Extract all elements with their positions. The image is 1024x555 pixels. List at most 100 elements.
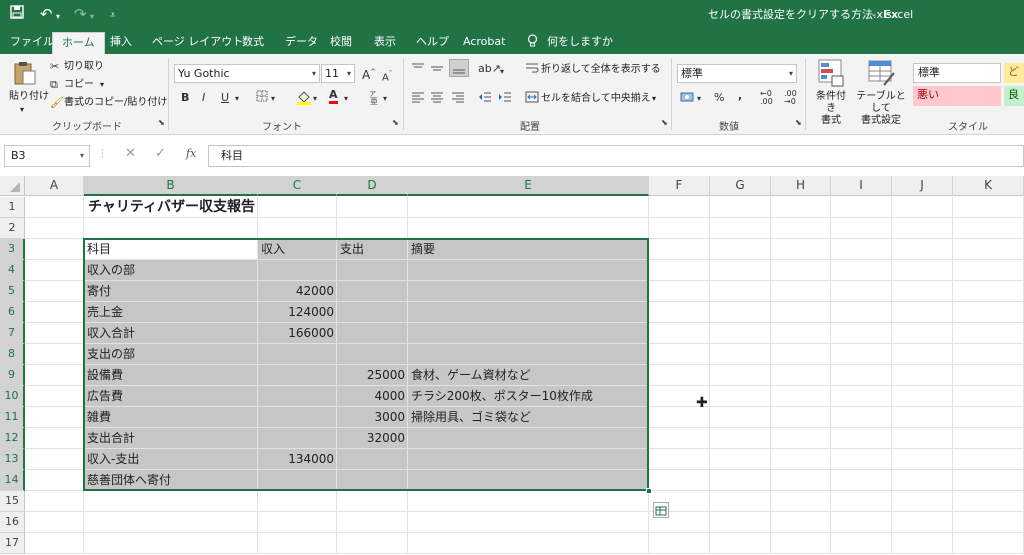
table-cell[interactable]: 166000 bbox=[258, 323, 334, 344]
redo-dropdown-icon[interactable]: ▾ bbox=[90, 8, 94, 26]
borders-dropdown-icon[interactable]: ▾ bbox=[271, 92, 275, 106]
table-cell[interactable]: 42000 bbox=[258, 281, 334, 302]
table-cell[interactable]: 設備費 bbox=[87, 365, 123, 386]
row-header-15[interactable]: 15 bbox=[0, 491, 25, 512]
table-cell[interactable]: 掃除用具、ゴミ袋など bbox=[411, 407, 531, 428]
wrap-text-icon[interactable] bbox=[525, 62, 539, 78]
dialog-launcher-icon[interactable]: ⬊ bbox=[392, 118, 399, 127]
table-cell[interactable]: 食材、ゲーム資材など bbox=[411, 365, 531, 386]
row-header-8[interactable]: 8 bbox=[0, 344, 25, 365]
paste-dropdown-icon[interactable]: ▾ bbox=[20, 103, 24, 116]
number-format-select[interactable]: 標準 ▾ bbox=[677, 64, 797, 83]
copy-dropdown-icon[interactable]: ▾ bbox=[100, 78, 104, 91]
align-middle-icon[interactable] bbox=[430, 62, 444, 78]
column-header-k[interactable]: K bbox=[953, 176, 1024, 196]
increase-indent-icon[interactable] bbox=[498, 91, 512, 107]
row-header-16[interactable]: 16 bbox=[0, 512, 25, 533]
customize-icon[interactable]: ⩡ bbox=[110, 7, 116, 25]
underline-dropdown-icon[interactable]: ▾ bbox=[235, 92, 239, 106]
copy-icon[interactable]: ⧉ bbox=[50, 78, 58, 92]
table-cell[interactable]: 収入の部 bbox=[87, 260, 135, 281]
row-header-17[interactable]: 17 bbox=[0, 533, 25, 554]
decrease-decimal-icon[interactable]: .00 →0 bbox=[784, 90, 797, 106]
conditional-format-icon[interactable] bbox=[818, 59, 844, 91]
cancel-icon[interactable]: ✕ bbox=[125, 146, 136, 161]
orientation-dropdown-icon[interactable]: ▾ bbox=[500, 65, 504, 79]
header-summary[interactable]: 摘要 bbox=[411, 239, 435, 260]
row-header-7[interactable]: 7 bbox=[0, 323, 25, 344]
column-header-a[interactable]: A bbox=[25, 176, 84, 196]
font-name-select[interactable]: Yu Gothic ▾ bbox=[174, 64, 320, 83]
align-right-icon[interactable] bbox=[451, 91, 465, 107]
table-cell[interactable]: 32000 bbox=[337, 428, 405, 449]
insert-function-button[interactable]: fx bbox=[186, 147, 196, 160]
font-color-dropdown-icon[interactable]: ▾ bbox=[344, 92, 348, 106]
header-subject[interactable]: 科目 bbox=[87, 239, 111, 260]
italic-button[interactable]: I bbox=[202, 91, 205, 105]
orientation-icon[interactable]: ab↗ bbox=[478, 62, 501, 76]
table-cell[interactable]: 支出合計 bbox=[87, 428, 135, 449]
column-header-c[interactable]: C bbox=[258, 176, 337, 196]
wrap-text-button[interactable]: 折り返して全体を表示する bbox=[541, 63, 661, 76]
tab-view[interactable]: 表示 bbox=[374, 34, 396, 50]
format-as-table-button[interactable]: テーブルとして 書式設定 bbox=[853, 91, 909, 127]
select-all-button[interactable] bbox=[0, 176, 25, 196]
merge-center-button[interactable]: セルを結合して中央揃え bbox=[541, 92, 651, 105]
cut-button[interactable]: 切り取り bbox=[64, 60, 104, 73]
tab-help[interactable]: ヘルプ bbox=[416, 34, 449, 50]
table-cell[interactable]: チラシ200枚、ポスター10枚作成 bbox=[411, 386, 593, 407]
align-left-icon[interactable] bbox=[411, 91, 425, 107]
save-icon[interactable] bbox=[10, 5, 24, 24]
align-bottom-icon[interactable] bbox=[449, 59, 469, 77]
undo-dropdown-icon[interactable]: ▾ bbox=[56, 8, 60, 26]
row-header-3[interactable]: 3 bbox=[0, 239, 25, 260]
row-header-4[interactable]: 4 bbox=[0, 260, 25, 281]
tab-file[interactable]: ファイル bbox=[10, 34, 54, 50]
tab-formulas[interactable]: 数式 bbox=[242, 34, 264, 50]
column-header-g[interactable]: G bbox=[710, 176, 771, 196]
table-cell[interactable]: 3000 bbox=[337, 407, 405, 428]
row-header-9[interactable]: 9 bbox=[0, 365, 25, 386]
column-header-b[interactable]: B bbox=[84, 176, 258, 196]
fill-handle[interactable] bbox=[646, 488, 652, 494]
format-as-table-icon[interactable] bbox=[868, 59, 896, 91]
table-cell[interactable]: 寄付 bbox=[87, 281, 111, 302]
table-cell[interactable]: 収入-支出 bbox=[87, 449, 139, 470]
redo-icon[interactable]: ↷ bbox=[74, 5, 87, 23]
enter-icon[interactable]: ✓ bbox=[155, 146, 166, 161]
column-header-h[interactable]: H bbox=[771, 176, 831, 196]
phonetic-dropdown-icon[interactable]: ▾ bbox=[383, 92, 387, 106]
underline-button[interactable]: U bbox=[221, 91, 229, 105]
row-header-6[interactable]: 6 bbox=[0, 302, 25, 323]
dialog-launcher-icon[interactable]: ⬊ bbox=[158, 118, 165, 127]
table-cell[interactable]: 雑費 bbox=[87, 407, 111, 428]
tab-page-layout[interactable]: ページ レイアウト bbox=[152, 34, 243, 50]
table-cell[interactable]: 124000 bbox=[258, 302, 334, 323]
conditional-format-button[interactable]: 条件付き 書式 bbox=[812, 91, 850, 127]
row-header-13[interactable]: 13 bbox=[0, 449, 25, 470]
currency-icon[interactable] bbox=[680, 91, 694, 107]
spreadsheet-grid[interactable]: A B C D E F G H I J K 1 2 3 4 5 6 7 8 9 10 11 12 13 14 15 16 17 チャリテ… bbox=[0, 176, 1024, 555]
tell-me-search[interactable]: 何をしますか bbox=[547, 34, 613, 50]
format-painter-button[interactable]: 書式のコピー/貼り付け bbox=[64, 96, 167, 109]
increase-decimal-icon[interactable]: ←0.00 bbox=[760, 90, 773, 106]
format-painter-icon[interactable]: 🖌 bbox=[50, 96, 64, 110]
name-box[interactable]: B3 ▾ bbox=[4, 145, 90, 167]
font-size-select[interactable]: 11 ▾ bbox=[321, 64, 355, 83]
table-cell[interactable]: 広告費 bbox=[87, 386, 123, 407]
paste-button[interactable]: 貼り付け bbox=[9, 90, 49, 103]
tab-acrobat[interactable]: Acrobat bbox=[463, 34, 505, 50]
row-header-2[interactable]: 2 bbox=[0, 218, 25, 239]
column-header-f[interactable]: F bbox=[649, 176, 710, 196]
style-normal[interactable]: 標準 bbox=[913, 63, 1001, 83]
tab-insert[interactable]: 挿入 bbox=[110, 34, 132, 50]
formula-input[interactable]: 科目 bbox=[208, 145, 1024, 167]
tab-home[interactable]: ホーム bbox=[52, 32, 105, 54]
table-cell[interactable]: 支出の部 bbox=[87, 344, 135, 365]
header-income[interactable]: 収入 bbox=[261, 239, 285, 260]
percent-button[interactable]: % bbox=[714, 91, 724, 105]
dialog-launcher-icon[interactable]: ⬊ bbox=[661, 118, 668, 127]
table-cell[interactable]: 収入合計 bbox=[87, 323, 135, 344]
cut-icon[interactable]: ✂ bbox=[50, 60, 59, 74]
table-cell[interactable]: 4000 bbox=[337, 386, 405, 407]
